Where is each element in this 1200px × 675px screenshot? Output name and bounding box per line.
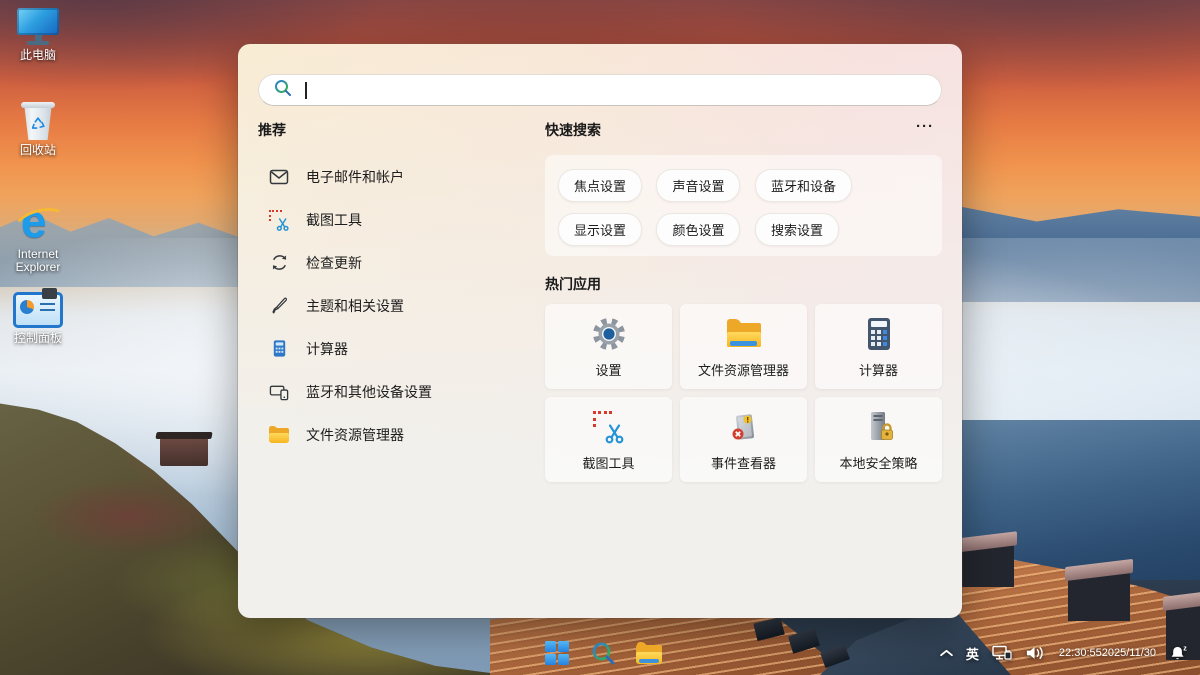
input-language-indicator[interactable]: 英 [966, 644, 979, 663]
recommended-item-snipping-tool[interactable]: 截图工具 [258, 198, 536, 241]
hot-app-tile-file-explorer[interactable]: 文件资源管理器 [680, 304, 807, 389]
recommended-item-file-explorer[interactable]: 文件资源管理器 [258, 413, 536, 456]
recommended-item-label: 主题和相关设置 [306, 296, 404, 316]
volume-icon[interactable] [1025, 645, 1046, 661]
search-input[interactable] [309, 82, 928, 98]
search-icon [273, 78, 293, 103]
mail-icon [268, 166, 290, 188]
recommended-item-label: 电子邮件和帐户 [306, 167, 404, 187]
quick-search-pill-color[interactable]: 颜色设置 [656, 213, 740, 246]
taskbar: 英 22:30:55 2025/11/30 [0, 631, 1200, 675]
recycle-bin-icon [10, 102, 66, 140]
settings-gear-icon [591, 315, 627, 353]
search-flyout-panel: 推荐 快速搜索 ··· 电子邮件和帐户 [238, 44, 962, 618]
tile-label: 截图工具 [582, 453, 634, 472]
control-panel-icon [10, 292, 66, 328]
file-explorer-folder-icon [268, 424, 290, 446]
screen: 此电脑 回收站 e Internet Explorer [0, 0, 1200, 675]
do-not-disturb-bell-icon[interactable]: z [1169, 644, 1188, 662]
recommended-item-bluetooth-devices[interactable]: 蓝牙和其他设备设置 [258, 370, 536, 413]
snipping-tool-icon [593, 408, 625, 446]
desktop-icon-label: Internet Explorer [10, 248, 66, 274]
local-security-policy-icon [861, 408, 897, 446]
tile-label: 计算器 [859, 360, 898, 379]
calculator-icon [861, 315, 897, 353]
recommended-list: 电子邮件和帐户 截图工具 [258, 155, 536, 456]
hidden-icons-chevron-icon[interactable] [940, 649, 953, 657]
snipping-tool-icon [268, 209, 290, 231]
event-viewer-icon [726, 408, 762, 446]
check-updates-icon [268, 252, 290, 274]
tray-time: 22:30:55 [1059, 647, 1102, 660]
quick-search-pill-focus[interactable]: 焦点设置 [558, 169, 642, 202]
quick-search-more-button[interactable]: ··· [916, 118, 934, 135]
this-pc-icon [10, 8, 66, 45]
clock[interactable]: 22:30:55 2025/11/30 [1059, 647, 1156, 660]
hot-app-tile-snipping-tool[interactable]: 截图工具 [545, 397, 672, 482]
tray-date: 2025/11/30 [1102, 647, 1156, 660]
desktop-icon-label: 控制面板 [10, 332, 66, 345]
recommended-item-label: 检查更新 [306, 253, 362, 273]
desktop-icon-recycle-bin[interactable]: 回收站 [10, 102, 66, 157]
taskbar-search-icon[interactable] [589, 639, 617, 667]
desktop-icon-this-pc[interactable]: 此电脑 [10, 8, 66, 62]
hot-apps-grid: 设置 文件资源管理器 [545, 304, 942, 482]
quick-search-pill-search-settings[interactable]: 搜索设置 [755, 213, 839, 246]
recommended-item-label: 文件资源管理器 [306, 425, 404, 445]
recommended-item-themes[interactable]: 主题和相关设置 [258, 284, 536, 327]
themes-brush-icon [268, 295, 290, 317]
taskbar-file-explorer-icon[interactable] [635, 639, 663, 667]
system-tray: 英 22:30:55 2025/11/30 [940, 631, 1188, 675]
hot-app-tile-local-security-policy[interactable]: 本地安全策略 [815, 397, 942, 482]
recommended-item-label: 计算器 [306, 339, 348, 359]
network-icon[interactable] [992, 645, 1012, 661]
hot-apps-section-title: 热门应用 [545, 274, 601, 294]
svg-text:z: z [1183, 645, 1187, 653]
hot-app-tile-settings[interactable]: 设置 [545, 304, 672, 389]
recommended-item-email-accounts[interactable]: 电子邮件和帐户 [258, 155, 536, 198]
quick-search-pill-sound[interactable]: 声音设置 [656, 169, 740, 202]
taskbar-center-icons [543, 639, 663, 667]
desktop-icon-control-panel[interactable]: 控制面板 [10, 292, 66, 345]
hot-app-tile-event-viewer[interactable]: 事件查看器 [680, 397, 807, 482]
file-explorer-folder-icon [727, 315, 761, 353]
recommended-item-check-updates[interactable]: 检查更新 [258, 241, 536, 284]
tile-label: 本地安全策略 [839, 453, 917, 472]
text-cursor [305, 82, 307, 99]
quick-search-pill-bluetooth[interactable]: 蓝牙和设备 [755, 169, 852, 202]
internet-explorer-icon: e [10, 200, 66, 244]
tile-label: 事件查看器 [711, 453, 776, 472]
recommended-item-label: 截图工具 [306, 210, 362, 230]
tile-label: 文件资源管理器 [698, 360, 789, 379]
desktop-icon-label: 回收站 [10, 144, 66, 157]
recommended-item-label: 蓝牙和其他设备设置 [306, 382, 432, 402]
hot-app-tile-calculator[interactable]: 计算器 [815, 304, 942, 389]
desktop-icon-label: 此电脑 [10, 49, 66, 62]
quick-search-section-title: 快速搜索 [545, 120, 601, 140]
wall-merlon [958, 545, 1014, 587]
watchtower [160, 438, 208, 466]
bluetooth-devices-icon [268, 381, 290, 403]
recommended-item-calculator[interactable]: 计算器 [258, 327, 536, 370]
search-box[interactable] [258, 74, 942, 106]
tile-label: 设置 [595, 360, 621, 379]
quick-search-card: 焦点设置 声音设置 蓝牙和设备 显示设置 颜色设置 搜索设置 [545, 155, 942, 256]
calculator-icon [268, 338, 290, 360]
recommended-section-title: 推荐 [258, 120, 286, 140]
wall-merlon [1068, 573, 1130, 621]
windows-start-icon[interactable] [543, 639, 571, 667]
desktop-icon-internet-explorer[interactable]: e Internet Explorer [10, 200, 66, 274]
quick-search-pill-display[interactable]: 显示设置 [558, 213, 642, 246]
